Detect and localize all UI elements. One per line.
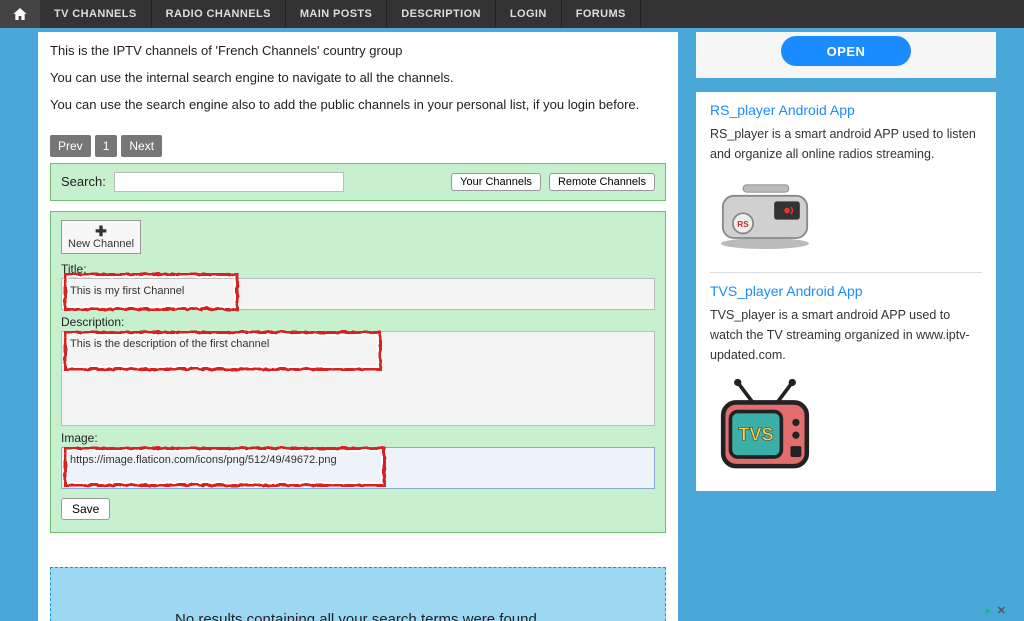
title-field[interactable]: This is my first Channel — [61, 278, 655, 310]
tvs-player-image: TVS — [710, 377, 982, 477]
nav-login[interactable]: LOGIN — [496, 0, 562, 28]
apps-card: RS_player Android App RS_player is a sma… — [696, 92, 996, 491]
plus-icon: ✚ — [95, 224, 107, 238]
your-channels-button[interactable]: Your Channels — [451, 173, 541, 191]
description-label: Description: — [61, 315, 655, 329]
intro-line-1: This is the IPTV channels of 'French Cha… — [50, 42, 666, 61]
rs-player-desc: RS_player is a smart android APP used to… — [710, 124, 982, 164]
new-channel-label: New Channel — [68, 238, 134, 250]
open-button[interactable]: OPEN — [781, 36, 911, 66]
rs-player-image: RS — [710, 176, 982, 256]
page-1-button[interactable]: 1 — [95, 135, 118, 157]
remote-channels-button[interactable]: Remote Channels — [549, 173, 655, 191]
intro-text: This is the IPTV channels of 'French Cha… — [44, 38, 672, 135]
main-column: This is the IPTV channels of 'French Cha… — [38, 32, 678, 621]
next-button[interactable]: Next — [121, 135, 162, 157]
prev-button[interactable]: Prev — [50, 135, 91, 157]
search-label: Search: — [61, 174, 106, 189]
description-field[interactable]: This is the description of the first cha… — [61, 331, 655, 426]
sidebar: OPEN RS_player Android App RS_player is … — [696, 32, 996, 491]
nav-description[interactable]: DESCRIPTION — [387, 0, 496, 28]
image-label: Image: — [61, 431, 655, 445]
tvs-player-desc: TVS_player is a smart android APP used t… — [710, 305, 982, 365]
top-nav: TV CHANNELS RADIO CHANNELS MAIN POSTS DE… — [0, 0, 1024, 28]
nav-forums[interactable]: FORUMS — [562, 0, 641, 28]
divider — [710, 272, 982, 273]
nav-main-posts[interactable]: MAIN POSTS — [286, 0, 387, 28]
tvs-player-title[interactable]: TVS_player Android App — [710, 283, 982, 299]
home-icon[interactable] — [0, 0, 40, 28]
close-ad-icon[interactable]: ✕ — [997, 604, 1006, 617]
svg-text:TVS: TVS — [738, 425, 773, 445]
save-button[interactable]: Save — [61, 498, 110, 520]
nav-radio-channels[interactable]: RADIO CHANNELS — [152, 0, 286, 28]
image-field[interactable]: https://image.flaticon.com/icons/png/512… — [61, 447, 655, 489]
new-channel-button[interactable]: ✚ New Channel — [61, 220, 141, 254]
intro-line-3: You can use the search engine also to ad… — [50, 96, 666, 115]
no-results-panel: No results containing all your search te… — [50, 567, 666, 621]
channel-form: ✚ New Channel Title: This is my first Ch… — [50, 211, 666, 533]
adchoices-icon — [986, 608, 991, 614]
title-label: Title: — [61, 262, 655, 276]
rs-player-title[interactable]: RS_player Android App — [710, 102, 982, 118]
pager: Prev 1 Next — [44, 135, 672, 163]
svg-text:RS: RS — [737, 220, 749, 229]
no-results-text: No results containing all your search te… — [175, 611, 541, 621]
search-input[interactable] — [114, 172, 344, 192]
intro-line-2: You can use the internal search engine t… — [50, 69, 666, 88]
adchoices[interactable]: ✕ — [986, 604, 1006, 617]
nav-tv-channels[interactable]: TV CHANNELS — [40, 0, 152, 28]
open-ad-card: OPEN — [696, 32, 996, 78]
search-bar: Search: Your Channels Remote Channels — [50, 163, 666, 201]
